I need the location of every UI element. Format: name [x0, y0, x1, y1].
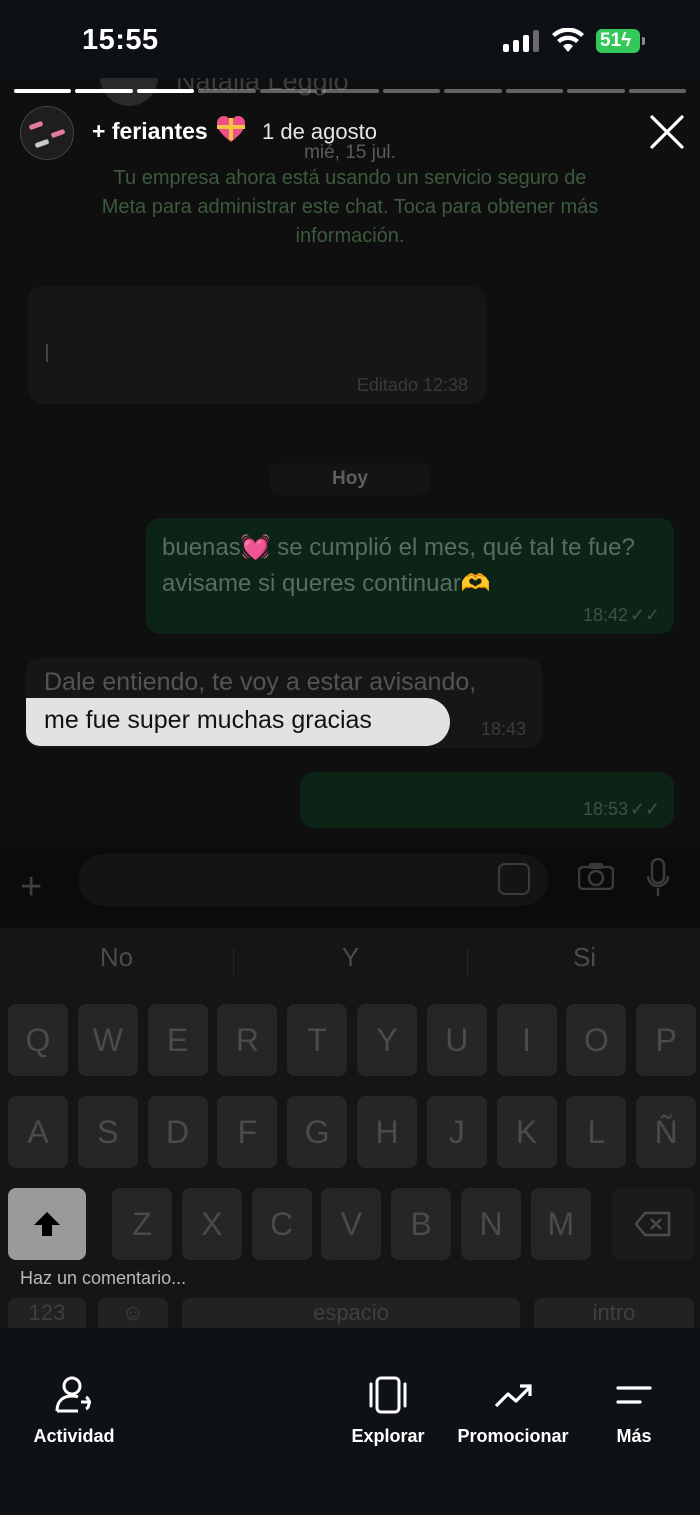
message-bubble-outgoing: buenas💓 se cumplió el mes, qué tal te fu…	[146, 518, 674, 634]
key-a: A	[8, 1096, 68, 1168]
message-bubble-incoming: Editado 12:38	[28, 286, 486, 404]
story-image-chat: Natalia Leggio mié, 15 jul. Tu empresa a…	[0, 78, 700, 928]
story-progress-segment	[321, 89, 379, 93]
story-avatar[interactable]	[20, 106, 74, 160]
keyboard: No Y Si Haz un comentario... 123 ☺ espac…	[0, 928, 700, 1328]
comment-input[interactable]: Haz un comentario...	[20, 1268, 186, 1289]
key-i: I	[496, 1004, 557, 1076]
message-input	[78, 854, 548, 906]
close-icon[interactable]	[649, 114, 685, 150]
contact-name: Natalia Leggio	[176, 78, 349, 96]
key-p: P	[636, 1004, 697, 1076]
key-j: J	[426, 1096, 487, 1168]
nav-activity[interactable]: Actividad	[24, 1376, 124, 1447]
story-progress-segment	[628, 89, 686, 93]
key-y: Y	[357, 1004, 417, 1076]
edited-label: Editado 12:38	[356, 375, 468, 395]
microphone-icon	[647, 858, 669, 896]
key-l: L	[566, 1096, 627, 1168]
status-bar: 15:55 51ϟ	[0, 0, 700, 78]
return-key: intro	[534, 1298, 694, 1328]
story-progress-segment	[567, 89, 625, 93]
nav-promote-label: Promocionar	[457, 1426, 569, 1446]
story-progress-segment	[444, 89, 502, 93]
bottom-nav: Actividad Explorar Promocionar Más	[0, 1328, 700, 1515]
story-username[interactable]: + feriantes	[92, 118, 208, 145]
key-t: T	[287, 1004, 348, 1076]
menu-icon	[616, 1386, 652, 1404]
story-progress-bar	[14, 89, 686, 93]
story-progress-segment	[198, 89, 256, 93]
activity-icon	[55, 1376, 91, 1413]
nav-activity-label: Actividad	[33, 1426, 115, 1446]
story-header: + feriantes 1 de agosto	[0, 100, 700, 164]
key-n: N	[461, 1188, 521, 1260]
message-text: buenas💓 se cumplió el mes, qué tal te fu…	[162, 534, 635, 597]
story-progress-segment	[505, 89, 564, 93]
key-z: Z	[112, 1188, 172, 1260]
plus-icon: +	[20, 866, 43, 908]
emoji-key: ☺	[98, 1298, 168, 1328]
nav-explore-label: Explorar	[351, 1426, 425, 1446]
wifi-icon	[552, 28, 584, 52]
key-s: S	[77, 1096, 138, 1168]
nav-more[interactable]: Más	[598, 1376, 670, 1447]
suggestion-2: Y	[341, 942, 360, 972]
story-progress-segment	[382, 89, 441, 93]
story-progress-segment	[14, 89, 72, 93]
chat-input-bar: +	[0, 848, 700, 928]
key-x: X	[181, 1188, 242, 1260]
key-k: K	[496, 1096, 557, 1168]
key-u: U	[426, 1004, 487, 1076]
nav-explore[interactable]: Explorar	[340, 1376, 436, 1447]
battery-icon: 51ϟ	[596, 29, 646, 53]
text-caret	[46, 344, 48, 362]
status-time: 15:55	[82, 24, 159, 56]
cellular-signal-icon	[503, 30, 541, 52]
message-bubble-outgoing: 18:53 ✓✓	[300, 772, 674, 828]
key-ñ: Ñ	[636, 1096, 697, 1168]
camera-icon	[578, 863, 614, 890]
key-w: W	[77, 1004, 138, 1076]
read-ticks-icon: ✓✓	[629, 799, 660, 819]
message-time: 18:42	[582, 605, 628, 625]
highlighted-text: me fue super muchas gracias	[26, 698, 450, 746]
nav-more-label: Más	[616, 1426, 652, 1446]
highlighted-message-text: me fue super muchas gracias	[44, 706, 372, 734]
trending-up-icon	[494, 1384, 532, 1408]
today-chip: Hoy	[270, 463, 430, 495]
story-date: 1 de agosto	[262, 119, 377, 144]
heart-gift-icon	[217, 116, 245, 142]
story-progress-segment	[75, 89, 133, 93]
story-progress-segment	[136, 89, 195, 93]
key-c: C	[251, 1188, 312, 1260]
key-m: M	[530, 1188, 591, 1260]
space-key: espacio	[182, 1298, 520, 1328]
message-time: 18:53	[582, 799, 628, 819]
nav-promote[interactable]: Promocionar	[452, 1376, 574, 1447]
message-time: 18:43	[480, 719, 526, 739]
shift-key	[8, 1188, 86, 1260]
key-g: G	[287, 1096, 348, 1168]
key-v: V	[321, 1188, 382, 1260]
battery-percent: 51	[600, 30, 622, 51]
key-d: D	[147, 1096, 208, 1168]
key-e: E	[147, 1004, 208, 1076]
suggestion-3: Si	[572, 942, 597, 972]
key-f: F	[217, 1096, 278, 1168]
key-o: O	[566, 1004, 627, 1076]
sticker-icon	[498, 863, 530, 895]
key-h: H	[357, 1096, 417, 1168]
read-ticks-icon: ✓✓	[629, 605, 660, 625]
message-text: Dale entiendo, te voy a estar avisando,	[44, 668, 477, 696]
numbers-key: 123	[8, 1298, 86, 1328]
story-progress-segment	[259, 89, 318, 93]
backspace-key	[612, 1188, 694, 1260]
meta-notice: Tu empresa ahora está usando un servicio…	[101, 167, 599, 247]
key-r: R	[217, 1004, 278, 1076]
explore-icon	[369, 1376, 407, 1414]
key-q: Q	[8, 1004, 68, 1076]
key-b: B	[391, 1188, 452, 1260]
suggestion-1: No	[99, 942, 134, 972]
